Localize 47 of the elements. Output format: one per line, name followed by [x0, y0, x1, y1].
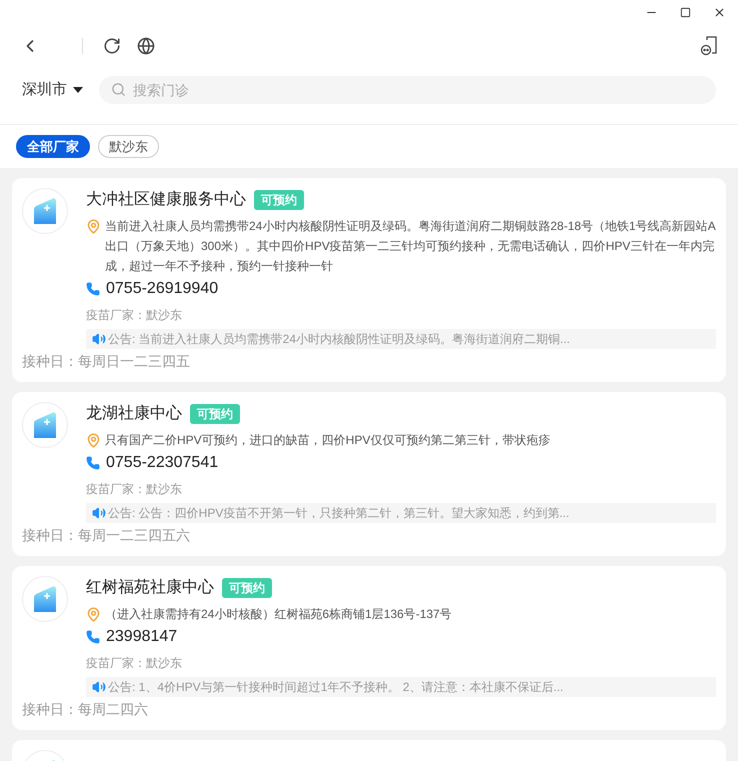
vaccination-days: 接种日：每周日一二三四五 — [22, 351, 716, 372]
clinic-card[interactable]: 红树福苑社康中心 可预约 （进入社康需持有24小时核酸）红树福苑6栋商铺1层136号-137号 23998147 疫苗厂家：默沙东 公告: 1、4价HPV与第一针接种时间超过1年不予接种。 2、请注意：本社康不保证后... 接种日：每周二四六 — [12, 566, 726, 730]
search-field[interactable]: 搜索门诊 — [99, 76, 716, 104]
speaker-icon — [92, 332, 106, 346]
clinic-address: （进入社康需持有24小时核酸）红树福苑6栋商铺1层136号-137号 — [105, 606, 452, 623]
phone-number[interactable]: 0755-26919940 — [106, 277, 218, 301]
phone-icon — [86, 282, 100, 296]
phone-icon — [86, 456, 100, 470]
vaccine-vendor: 疫苗厂家：默沙东 — [86, 481, 183, 498]
phone-number[interactable]: 0755-22307541 — [106, 451, 218, 475]
bookable-tag: 可预约 — [222, 578, 272, 598]
bookable-tag: 可预约 — [254, 190, 304, 210]
location-pin-icon — [86, 433, 101, 448]
maximize-icon[interactable] — [680, 6, 691, 18]
clinic-logo-icon — [22, 188, 68, 234]
clinic-name: 红树福苑社康中心 — [86, 578, 214, 598]
vendor-filter-chip[interactable]: 全部厂家 — [16, 135, 90, 158]
globe-icon[interactable] — [137, 37, 155, 55]
bookable-tag: 可预约 — [190, 404, 240, 424]
vaccine-vendor: 疫苗厂家：默沙东 — [86, 655, 183, 672]
city-dropdown[interactable]: 深圳市 — [22, 78, 83, 102]
clinic-address: 只有国产二价HPV可预约，进口的缺苗，四价HPV仅仅可预约第二第三针，带状疱疹 — [105, 432, 550, 449]
search-icon — [111, 82, 126, 97]
vendor-filter-chip[interactable]: 默沙东 — [98, 135, 159, 158]
device-icon[interactable] — [700, 36, 718, 56]
clinic-name: 大冲社区健康服务中心 — [86, 190, 246, 210]
clinic-logo-icon — [22, 402, 68, 448]
clinic-address: 当前进入社康人员均需携带24小时内核酸阴性证明及绿码。粤海街道润府二期铜鼓路28-18号（地铁1号线高新园站A出口（万象天地）300米）。其中四价HPV疫苗第一二三针均可预约接种，无需电话确认，四价HPV三针在一年内完成，超过一年不予接种，预约一针接种一针 — [105, 218, 716, 275]
phone-icon — [86, 630, 100, 644]
notice-text: 公告: 当前进入社康人员均需携带24小时内核酸阴性证明及绿码。粤海街道润府二期铜... — [108, 331, 570, 348]
location-pin-icon — [86, 607, 101, 622]
notice-text: 公告: 1、4价HPV与第一针接种时间超过1年不予接种。 2、请注意：本社康不保证后... — [108, 679, 564, 696]
vaccination-days: 接种日：每周一二三四五六 — [22, 525, 716, 546]
clinic-name: 龙湖社康中心 — [86, 404, 182, 424]
clinic-card[interactable] — [12, 178, 726, 382]
clinic-logo-icon — [22, 576, 68, 622]
close-icon[interactable] — [713, 6, 726, 18]
refresh-icon[interactable] — [103, 37, 121, 55]
clinic-card[interactable]: 龙湖社康中心 可预约 只有国产二价HPV可预约，进口的缺苗，四价HPV仅仅可预约第二第三针，带状疱疹 0755-22307541 疫苗厂家：默沙东 公告: 公告：四价HPV疫苗不开第一针，只接种第二针，第三针。望大家知悉，约到第... 接种日：每周一二三四五六 — [12, 392, 726, 556]
vaccination-days: 接种日：每周二四六 — [22, 699, 716, 720]
speaker-icon — [92, 680, 106, 694]
speaker-icon — [92, 506, 106, 520]
vaccine-vendor: 疫苗厂家：默沙东 — [86, 307, 183, 324]
phone-number[interactable]: 23998147 — [106, 625, 178, 649]
notice-text: 公告: 公告：四价HPV疫苗不开第一针，只接种第二针，第三针。望大家知悉，约到第... — [108, 505, 570, 522]
dropdown-caret-icon — [73, 87, 83, 93]
location-pin-icon — [86, 219, 101, 234]
